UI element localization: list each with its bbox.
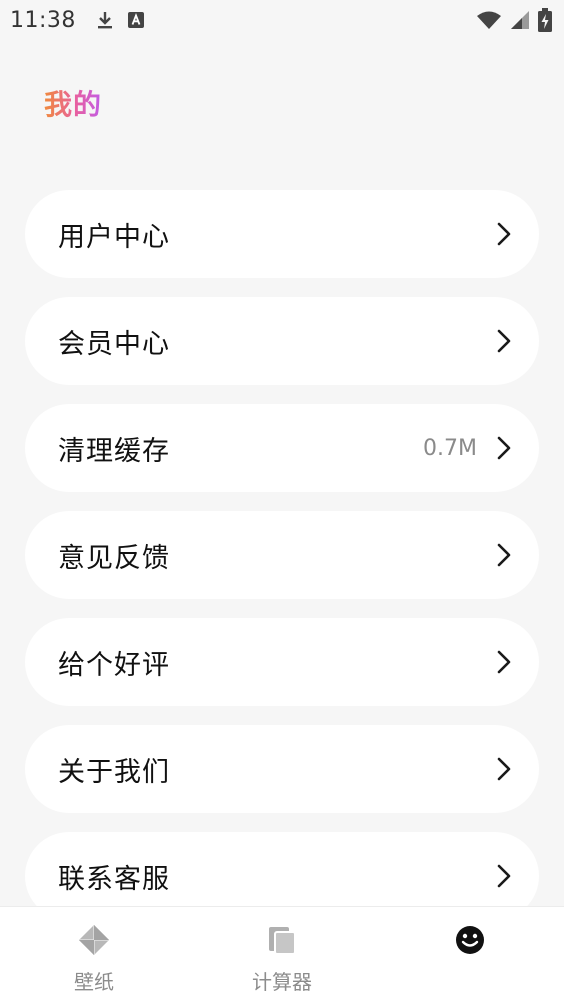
battery-charging-icon (538, 8, 552, 32)
menu-item-label: 关于我们 (58, 756, 170, 788)
menu-item-right (497, 864, 511, 888)
menu-item-label: 用户中心 (58, 221, 170, 253)
diamond-icon (79, 925, 109, 955)
chevron-right-icon (497, 650, 511, 674)
status-bar: 11:38 (0, 0, 564, 40)
menu-item-label: 意见反馈 (58, 542, 170, 574)
chevron-right-icon (497, 329, 511, 353)
screen: 11:38 我的 用户中心 会员中心 清理缓存 0.7M 意见反馈 给个好评 关… (0, 0, 564, 1004)
nav-label: 壁纸 (74, 970, 114, 994)
chevron-right-icon (497, 757, 511, 781)
cell-signal-icon (511, 11, 529, 29)
menu-item-feedback[interactable]: 意见反馈 (25, 511, 539, 599)
menu-item-label: 给个好评 (58, 649, 170, 681)
settings-menu: 用户中心 会员中心 清理缓存 0.7M 意见反馈 给个好评 关于我们 联系客服 (25, 190, 539, 939)
nav-label: 计算器 (252, 970, 312, 994)
chevron-right-icon (497, 543, 511, 567)
menu-item-right (497, 757, 511, 781)
menu-item-rate-app[interactable]: 给个好评 (25, 618, 539, 706)
tab-wallpaper[interactable]: 壁纸 (0, 907, 188, 1004)
status-time: 11:38 (10, 7, 76, 33)
menu-item-right (497, 543, 511, 567)
menu-item-right (497, 650, 511, 674)
chevron-right-icon (497, 436, 511, 460)
wifi-icon (477, 11, 501, 29)
cache-size-value: 0.7M (423, 435, 477, 461)
bottom-nav: 壁纸 计算器 (0, 906, 564, 1004)
menu-item-right (497, 222, 511, 246)
chevron-right-icon (497, 864, 511, 888)
page-title: 我的 (44, 83, 102, 123)
menu-item-right: 0.7M (423, 436, 511, 461)
menu-item-about-us[interactable]: 关于我们 (25, 725, 539, 813)
menu-item-label: 会员中心 (58, 328, 170, 360)
menu-item-label: 清理缓存 (58, 435, 170, 467)
status-system-icons (476, 8, 552, 32)
tab-calculator[interactable]: 计算器 (188, 907, 376, 1004)
menu-item-user-center[interactable]: 用户中心 (25, 190, 539, 278)
chevron-right-icon (497, 222, 511, 246)
status-notification-icons (96, 10, 144, 30)
menu-item-label: 联系客服 (58, 863, 170, 895)
menu-item-right (497, 329, 511, 353)
a-badge-icon (127, 12, 144, 28)
cards-icon (269, 927, 296, 955)
menu-item-vip-center[interactable]: 会员中心 (25, 297, 539, 385)
smiley-icon (456, 926, 484, 954)
tab-mine[interactable] (376, 907, 564, 1004)
menu-item-clear-cache[interactable]: 清理缓存 0.7M (25, 404, 539, 492)
status-left: 11:38 (10, 8, 144, 33)
download-icon (97, 12, 112, 29)
